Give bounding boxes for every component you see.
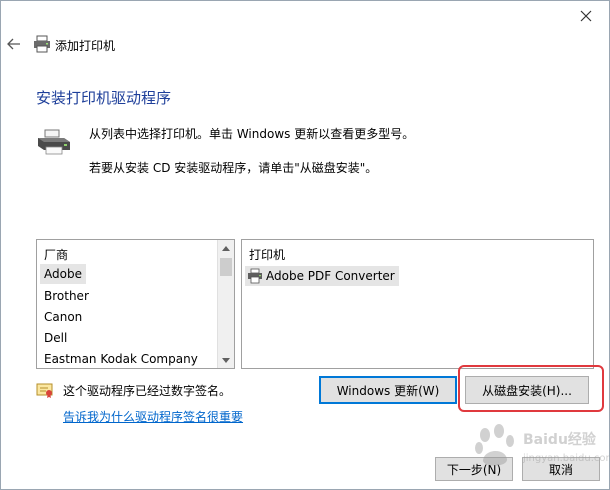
description-line-2: 若要从安装 CD 安装驱动程序，请单击"从磁盘安装"。 bbox=[89, 161, 378, 175]
watermark-text: Baidu经验 bbox=[523, 432, 596, 448]
window-title: 添加打印机 bbox=[55, 39, 116, 53]
printer-item-label: Adobe PDF Converter bbox=[266, 269, 395, 283]
manufacturer-scrollbar[interactable] bbox=[217, 240, 234, 368]
cancel-button[interactable]: 取消 bbox=[522, 457, 600, 481]
list-item[interactable]: Eastman Kodak Company bbox=[40, 349, 202, 368]
list-item[interactable]: Adobe PDF Converter bbox=[245, 266, 399, 286]
manufacturer-list-header: 厂商 bbox=[44, 248, 69, 262]
description-line-1: 从列表中选择打印机。单击 Windows 更新以查看更多型号。 bbox=[89, 127, 415, 141]
list-item[interactable]: Brother bbox=[40, 286, 93, 306]
windows-update-button[interactable]: Windows 更新(W) bbox=[319, 376, 457, 404]
scroll-down-button[interactable] bbox=[218, 352, 234, 368]
close-button[interactable] bbox=[563, 1, 609, 31]
signature-info-link[interactable]: 告诉我为什么驱动程序签名很重要 bbox=[63, 408, 243, 425]
manufacturer-list[interactable]: 厂商 Adobe Brother Canon Dell Eastman Koda… bbox=[36, 239, 235, 369]
list-item[interactable]: Canon bbox=[40, 307, 86, 327]
list-item[interactable]: Dell bbox=[40, 328, 71, 348]
page-heading: 安装打印机驱动程序 bbox=[36, 89, 172, 107]
close-icon bbox=[580, 10, 592, 22]
list-item[interactable]: Adobe bbox=[40, 264, 86, 284]
scroll-down-icon bbox=[222, 357, 230, 363]
back-arrow-icon bbox=[7, 38, 20, 50]
scroll-thumb[interactable] bbox=[220, 258, 232, 276]
certificate-icon bbox=[36, 383, 53, 398]
printer-icon bbox=[248, 268, 262, 284]
printer-list-header: 打印机 bbox=[249, 248, 286, 262]
scroll-up-button[interactable] bbox=[218, 240, 234, 256]
scroll-up-icon bbox=[222, 245, 230, 251]
printer-icon bbox=[38, 129, 70, 155]
have-disk-button[interactable]: 从磁盘安装(H)... bbox=[465, 376, 589, 404]
back-button[interactable] bbox=[5, 35, 23, 53]
printer-icon bbox=[34, 35, 50, 53]
next-button[interactable]: 下一步(N) bbox=[435, 457, 513, 481]
signature-status: 这个驱动程序已经过数字签名。 bbox=[63, 384, 232, 398]
add-printer-window: 添加打印机 安装打印机驱动程序 从列表中选择打印机。单击 Windows 更新以… bbox=[0, 0, 610, 490]
printer-list[interactable]: 打印机 Adobe PDF Converter bbox=[241, 239, 594, 369]
